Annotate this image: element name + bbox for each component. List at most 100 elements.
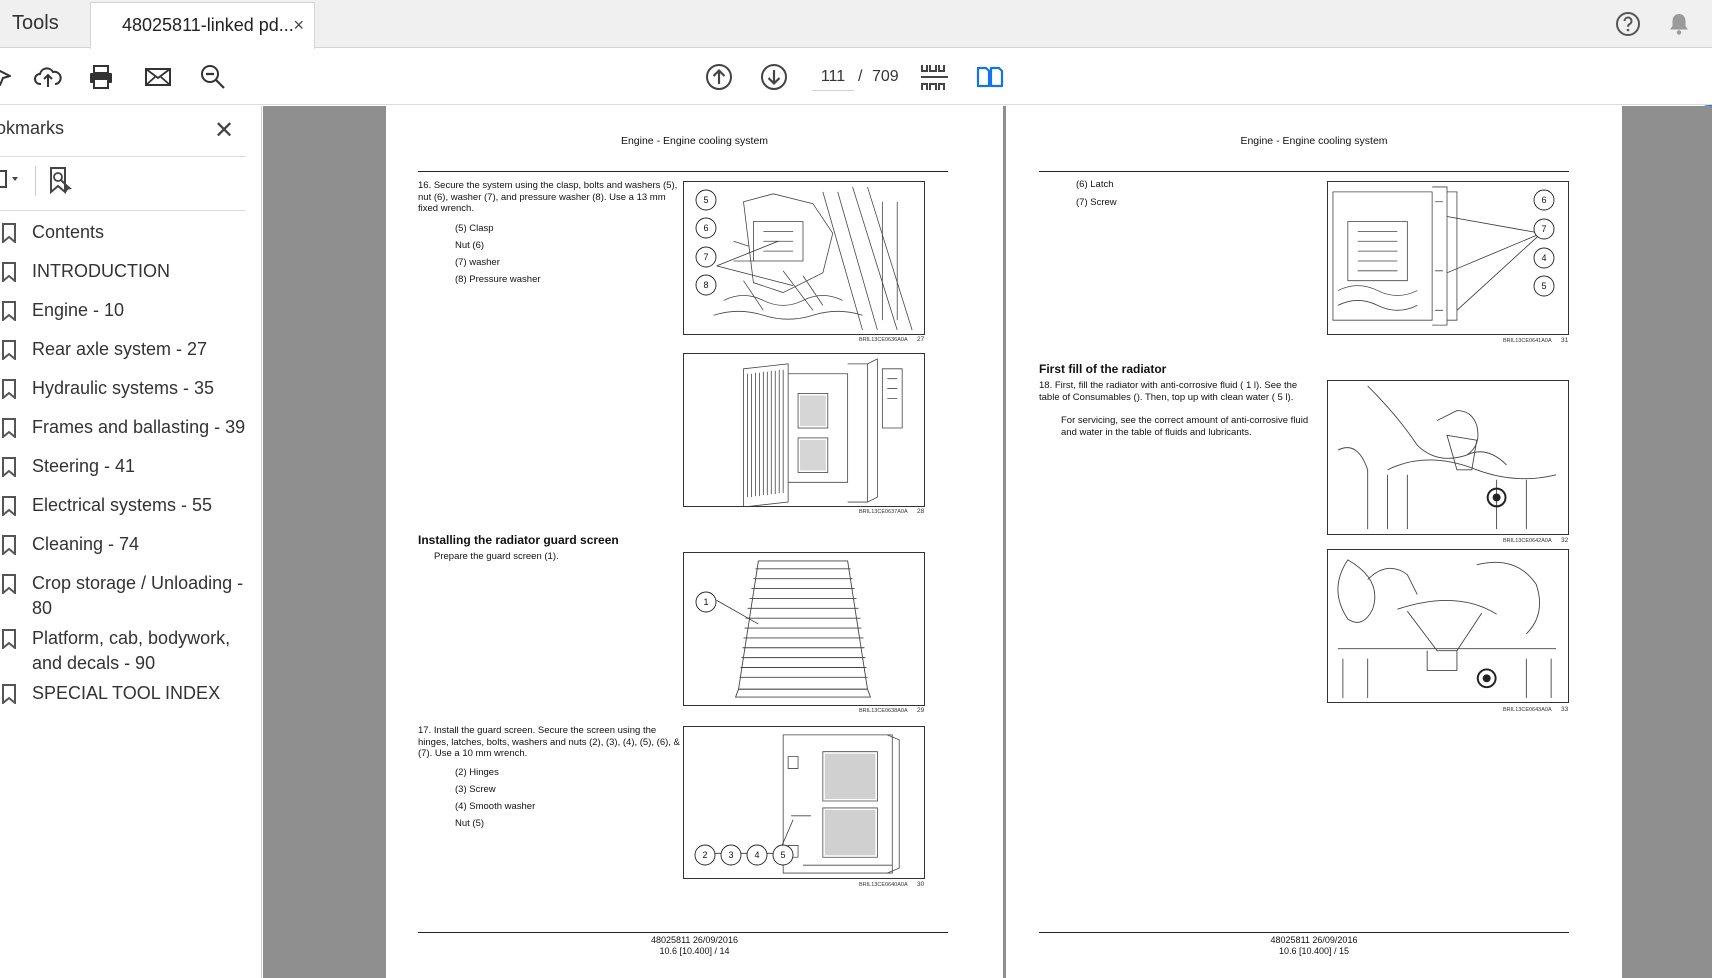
step-18-text: 18. First, fill the radiator with anti-c… xyxy=(1039,380,1298,403)
footer-page-ref: 10.6 [10.400] / 14 xyxy=(659,946,730,956)
bookmark-label: SPECIAL TOOL INDEX xyxy=(32,683,221,703)
find-bookmark-icon[interactable] xyxy=(48,166,76,196)
footer-rule xyxy=(418,932,948,933)
bookmark-icon xyxy=(2,574,16,594)
figure-29-guard-screen xyxy=(683,552,925,706)
legend-item: (5) Clasp xyxy=(455,223,494,234)
zoom-icon[interactable] xyxy=(198,62,228,92)
bookmark-label: Steering - 41 xyxy=(32,456,136,476)
figure-33-top-up xyxy=(1327,549,1569,703)
tab-tools[interactable]: Tools xyxy=(0,0,90,48)
document-view[interactable]: Engine - Engine cooling system 16. Secur… xyxy=(263,106,1712,978)
tab-bar: Tools 48025811-linked pd... × xyxy=(0,0,1712,49)
header-rule xyxy=(418,171,948,172)
page-footer: 48025811 26/09/2016 10.6 [10.400] / 14 xyxy=(386,935,1003,957)
callout-label: 7 xyxy=(703,252,708,262)
bookmark-icon xyxy=(2,418,16,438)
legend-item: (7) Screw xyxy=(1076,197,1117,208)
upload-icon[interactable] xyxy=(33,62,63,92)
figure-code: BRIL13CE0640A0A xyxy=(859,882,908,888)
legend-item: (3) Screw xyxy=(455,784,496,795)
figure-code: BRIL13CE0643A0A xyxy=(1503,707,1552,713)
tab-document[interactable]: 48025811-linked pd... × xyxy=(90,2,315,49)
page-up-icon[interactable] xyxy=(704,62,734,92)
figure-28-radiator xyxy=(683,353,925,507)
bookmark-label: Platform, cab, bodywork, and decals - 90 xyxy=(32,628,231,673)
figure-29-callouts: 1 xyxy=(695,591,717,613)
callout-label: 2 xyxy=(702,850,707,860)
figure-number: 31 xyxy=(1561,337,1569,344)
bookmark-icon xyxy=(2,379,16,399)
footer-doc-date: 48025811 26/09/2016 xyxy=(1270,935,1358,945)
legend-item: Nut (5) xyxy=(455,818,485,829)
bookmark-icon xyxy=(2,684,16,704)
callout-label: 1 xyxy=(703,597,708,607)
bookmark-label: Frames and ballasting - 39 xyxy=(32,417,246,437)
bookmarks-title: okmarks xyxy=(0,118,65,138)
figure-31-callouts: 6 7 4 5 xyxy=(1533,189,1555,297)
figure-number: 28 xyxy=(917,508,925,515)
page-number-input[interactable]: 111 xyxy=(812,63,854,91)
callout-label: 3 xyxy=(728,850,733,860)
two-page-view-icon[interactable] xyxy=(975,62,1005,92)
page-thumbnails-icon[interactable] xyxy=(920,62,950,92)
step-18-note: For servicing, see the correct amount of… xyxy=(1061,415,1309,438)
legend-item: (8) Pressure washer xyxy=(455,274,541,285)
callout-label: 5 xyxy=(703,195,708,205)
callout-label: 4 xyxy=(1541,253,1546,263)
tab-close-icon[interactable]: × xyxy=(293,15,304,36)
page-separator: / xyxy=(858,68,863,85)
toolbar: 111 / 709 xyxy=(0,49,1712,149)
step-16-text: 16. Secure the system using the clasp, b… xyxy=(418,180,678,214)
tab-document-label: 48025811-linked pd... xyxy=(122,15,294,35)
figure-number: 27 xyxy=(917,336,925,343)
bookmark-label: Hydraulic systems - 35 xyxy=(32,378,215,398)
page-header: Engine - Engine cooling system xyxy=(1240,135,1388,147)
figure-code: BRIL13CE0638A0A xyxy=(859,708,908,714)
callout-label: 5 xyxy=(780,850,785,860)
bell-icon[interactable] xyxy=(1665,10,1693,38)
bookmark-icon xyxy=(2,223,16,243)
legend-item: (4) Smooth washer xyxy=(455,801,536,812)
page-left: Engine - Engine cooling system 16. Secur… xyxy=(386,106,1003,978)
figure-32-fill-radiator xyxy=(1327,380,1569,535)
footer-doc-date: 48025811 26/09/2016 xyxy=(651,935,738,945)
bookmark-icon xyxy=(2,535,16,555)
bookmark-icon xyxy=(2,496,16,516)
step-17-text: 17. Install the guard screen. Secure the… xyxy=(418,725,680,759)
legend-item: (6) Latch xyxy=(1076,179,1114,190)
figure-27-callouts: 5 6 7 8 xyxy=(695,189,717,296)
bookmark-icon xyxy=(2,301,16,321)
close-icon[interactable]: ✕ xyxy=(214,116,234,145)
callout-label: 5 xyxy=(1541,281,1546,291)
bookmark-options-icon[interactable] xyxy=(0,168,26,190)
legend-item: Nut (6) xyxy=(455,240,485,251)
figure-number: 29 xyxy=(917,707,925,714)
bookmark-label: INTRODUCTION xyxy=(32,261,170,281)
footer-rule xyxy=(1039,932,1569,933)
page-footer: 48025811 26/09/2016 10.6 [10.400] / 15 xyxy=(1006,935,1622,957)
bookmark-icon xyxy=(2,340,16,360)
header-rule xyxy=(1039,171,1569,172)
bookmark-icon xyxy=(2,457,16,477)
divider xyxy=(0,210,246,211)
figure-code: BRIL13CE0642A0A xyxy=(1503,538,1552,544)
figure-code: BRIL13CE0636A0A xyxy=(859,337,908,343)
figure-number: 30 xyxy=(917,881,925,888)
section-heading: First fill of the radiator xyxy=(1039,362,1167,376)
bookmark-label: Rear axle system - 27 xyxy=(32,339,208,359)
bookmark-label: Contents xyxy=(32,222,105,242)
callout-label: 6 xyxy=(703,223,708,233)
bookmarks-panel: okmarks ✕ Contents INTRODUCTION Engine -… xyxy=(0,106,262,978)
page-down-icon[interactable] xyxy=(759,62,789,92)
pointer-icon[interactable] xyxy=(0,62,20,92)
bookmark-icon xyxy=(2,629,16,649)
figure-number: 33 xyxy=(1561,706,1569,713)
divider xyxy=(35,166,36,196)
mail-icon[interactable] xyxy=(143,62,173,92)
print-icon[interactable] xyxy=(86,62,116,92)
prepare-text: Prepare the guard screen (1). xyxy=(434,551,559,562)
figure-number: 32 xyxy=(1561,537,1569,544)
help-icon[interactable] xyxy=(1614,10,1642,38)
figure-code: BRIL13CE0637A0A xyxy=(859,509,908,515)
